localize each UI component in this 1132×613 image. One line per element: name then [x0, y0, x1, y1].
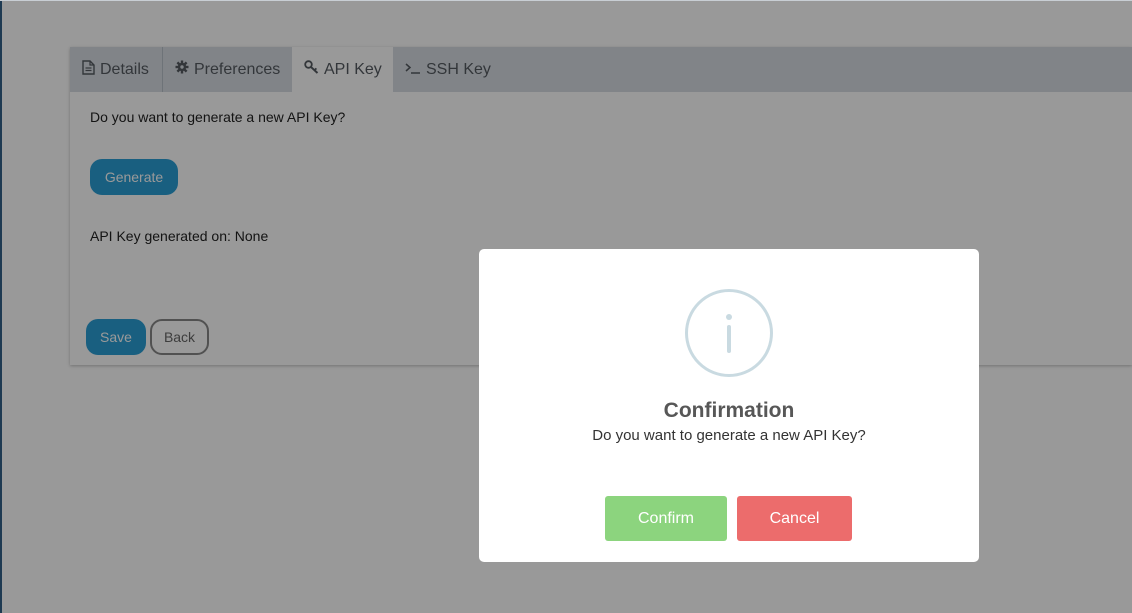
dialog-message: Do you want to generate a new API Key?	[592, 427, 866, 444]
info-icon-dot	[726, 314, 732, 320]
info-icon-bar	[727, 325, 731, 353]
info-icon	[685, 289, 773, 377]
window-top-edge	[0, 0, 1132, 1]
confirmation-dialog: Confirmation Do you want to generate a n…	[479, 249, 979, 562]
cancel-button[interactable]: Cancel	[737, 496, 852, 541]
window-left-edge	[0, 0, 2, 613]
dialog-title: Confirmation	[663, 399, 795, 422]
confirm-button[interactable]: Confirm	[605, 496, 727, 541]
